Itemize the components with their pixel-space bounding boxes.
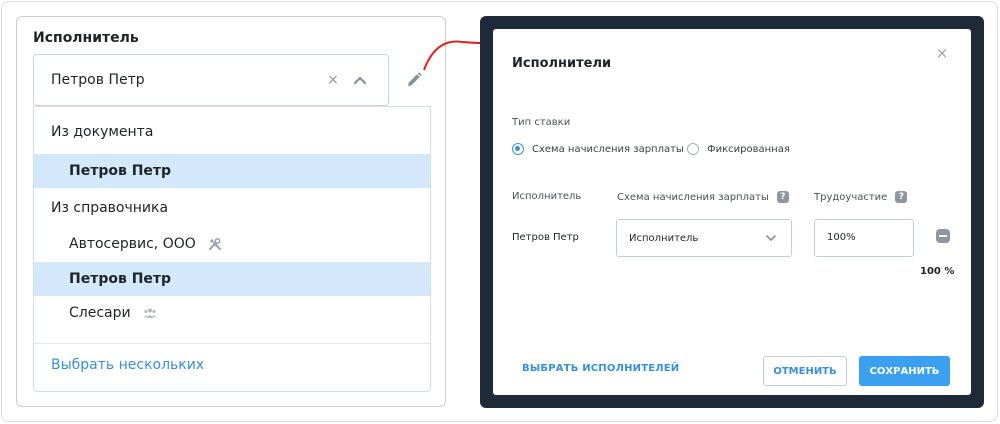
participation-input[interactable]: 100% <box>814 219 914 257</box>
clear-icon[interactable]: × <box>326 73 340 87</box>
help-icon[interactable]: ? <box>776 191 789 203</box>
column-header-performer: Исполнитель <box>512 191 581 202</box>
list-item[interactable]: Петров Петр <box>34 262 430 296</box>
select-multiple-link[interactable]: Выбрать нескольких <box>51 357 204 373</box>
list-item[interactable]: Петров Петр <box>34 154 430 188</box>
group-icon <box>143 308 157 318</box>
chevron-up-icon[interactable] <box>352 73 368 87</box>
performer-field-label: Исполнитель <box>33 30 139 46</box>
scheme-select-value: Исполнитель <box>629 233 699 244</box>
close-icon[interactable]: × <box>935 46 949 61</box>
radio-dot-icon <box>687 143 699 155</box>
performers-modal: Исполнители × Тип ставки Схема начислени… <box>493 29 971 395</box>
column-header-scheme: Схема начисления зарплаты ? <box>617 191 789 203</box>
select-performers-button[interactable]: ВЫБРАТЬ ИСПОЛНИТЕЛЕЙ <box>522 363 679 374</box>
performer-row-name: Петров Петр <box>512 232 579 243</box>
list-item-label: Автосервис, ООО <box>69 236 196 252</box>
radio-label: Схема начисления зарплаты <box>532 143 684 155</box>
help-icon[interactable]: ? <box>895 191 908 203</box>
radio-salary-scheme[interactable]: Схема начисления зарплаты <box>512 141 684 157</box>
save-button[interactable]: СОХРАНИТЬ <box>859 356 950 386</box>
modal-backdrop: Исполнители × Тип ставки Схема начислени… <box>480 16 984 408</box>
list-item-label: Слесари <box>69 305 131 321</box>
radio-fixed[interactable]: Фиксированная <box>687 141 790 157</box>
tools-icon <box>209 238 222 250</box>
list-item-label: Петров Петр <box>69 163 172 179</box>
column-header-participation: Трудоучастие ? <box>814 191 908 203</box>
list-item-label: Петров Петр <box>69 271 172 287</box>
performer-select[interactable]: Петров Петр × <box>33 54 389 106</box>
scheme-select[interactable]: Исполнитель <box>616 219 792 257</box>
modal-title: Исполнители <box>512 56 612 71</box>
dropdown-divider <box>34 343 430 344</box>
column-header-label: Трудоучастие <box>814 191 888 203</box>
list-item[interactable]: Слесари <box>34 296 430 330</box>
performer-dropdown: Из документа Петров Петр Из справочника … <box>33 106 431 392</box>
rate-type-label: Тип ставки <box>512 117 571 128</box>
column-header-label: Схема начисления зарплаты <box>617 191 769 203</box>
performer-field-card: Исполнитель Петров Петр × Из документа П… <box>16 16 446 407</box>
radio-dot-icon <box>512 143 524 155</box>
list-item[interactable]: Автосервис, ООО <box>34 227 430 261</box>
performer-select-value: Петров Петр <box>51 72 145 88</box>
radio-label: Фиксированная <box>707 143 790 155</box>
remove-row-icon[interactable] <box>936 229 950 243</box>
column-header-label: Исполнитель <box>512 191 582 202</box>
group-from-directory: Из справочника <box>51 200 169 216</box>
total-percent: 100 % <box>920 266 955 277</box>
group-from-document: Из документа <box>51 124 154 140</box>
cancel-button[interactable]: ОТМЕНИТЬ <box>763 356 847 386</box>
chevron-down-icon <box>766 235 776 241</box>
